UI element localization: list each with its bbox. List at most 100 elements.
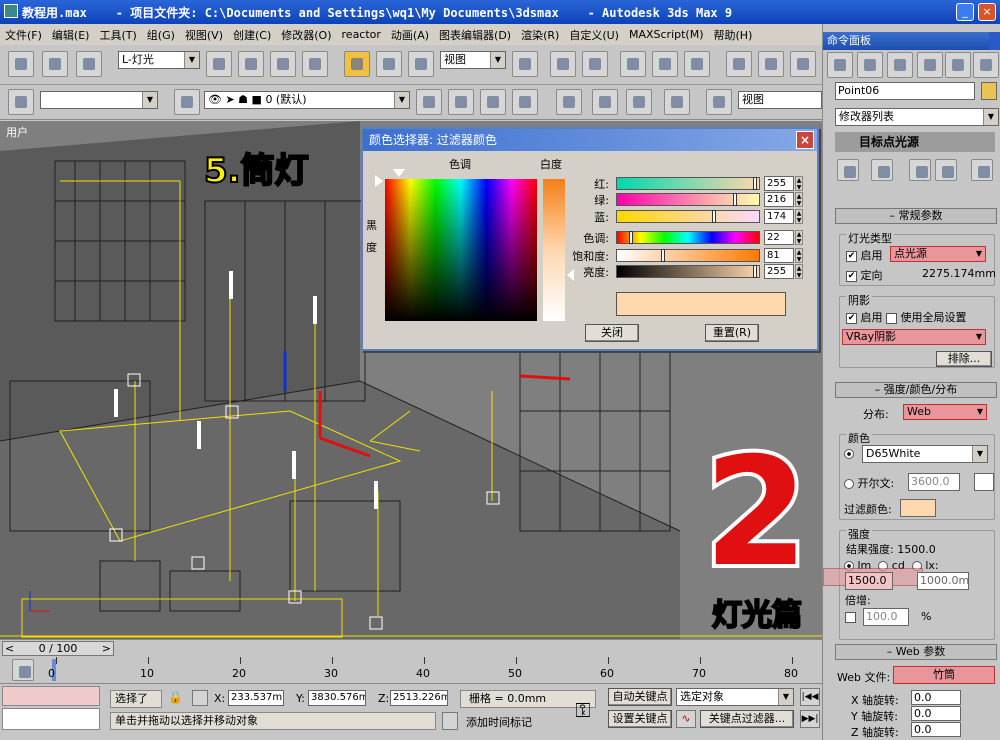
named-selection-dropdown[interactable]: ▼ — [40, 91, 158, 109]
motion-tab-icon[interactable] — [917, 52, 943, 78]
maxscript-output[interactable] — [2, 708, 100, 730]
z-coord-field[interactable]: 2513.226mm — [390, 690, 448, 706]
time-slider[interactable]: <0 / 100 > — [0, 639, 822, 657]
set-key-button[interactable]: 设置关键点 — [608, 710, 672, 728]
web-params-rollout[interactable]: – Web 参数 — [835, 644, 997, 660]
close-button[interactable]: 关闭 — [585, 324, 639, 342]
channel-slider[interactable] — [616, 177, 760, 190]
slider-thumb[interactable] — [712, 210, 716, 223]
modifier-list-dropdown[interactable]: 修改器列表 ▼ — [835, 108, 999, 126]
menu-item[interactable]: 编辑(E) — [47, 27, 95, 43]
slider-thumb[interactable] — [753, 177, 757, 190]
shadow-enable-checkbox[interactable]: ✔ — [846, 312, 857, 324]
render-view-dropdown[interactable]: 视图 — [738, 91, 822, 109]
intensity-color-rollout[interactable]: – 强度/颜色/分布 — [835, 382, 997, 398]
global-settings-checkbox[interactable] — [886, 312, 897, 324]
unlink-icon[interactable] — [42, 51, 68, 77]
object-color-swatch[interactable] — [981, 82, 997, 100]
pin-stack-icon[interactable] — [837, 159, 859, 181]
minimize-button[interactable]: _ — [956, 3, 974, 21]
selection-filter-dropdown[interactable]: L-灯光 ▼ — [118, 51, 200, 69]
angle-snap-icon[interactable] — [758, 51, 784, 77]
menu-item[interactable]: 图表编辑器(D) — [434, 27, 516, 43]
goto-start-icon[interactable]: |◀◀ — [800, 688, 820, 706]
targeted-checkbox[interactable]: ✔ — [846, 270, 857, 282]
time-tag-icon[interactable] — [442, 712, 458, 730]
menu-item[interactable]: 工具(T) — [94, 27, 141, 43]
light-type-dropdown[interactable]: 点光源 ▼ — [890, 246, 986, 262]
curve-editor-mini-icon[interactable] — [12, 659, 34, 681]
auto-key-button[interactable]: 自动关键点 — [608, 688, 672, 706]
menu-item[interactable]: 自定义(U) — [564, 27, 624, 43]
keyboard-shortcut-icon[interactable] — [582, 51, 608, 77]
mirror-icon[interactable] — [620, 51, 646, 77]
pivot-center-icon[interactable] — [512, 51, 538, 77]
close-window-button[interactable]: × — [978, 3, 996, 21]
display-tab-icon[interactable] — [945, 52, 971, 78]
configure-sets-icon[interactable] — [971, 159, 993, 181]
web-file-button[interactable]: 竹筒 — [893, 666, 995, 684]
spinner-arrows[interactable]: ▲ ▼ — [795, 176, 803, 191]
channel-value-field[interactable]: 22 — [764, 230, 794, 245]
lock-selection-icon[interactable]: 🔒 — [168, 690, 183, 706]
bind-spacewarp-icon[interactable] — [76, 51, 102, 77]
create-layer-icon[interactable] — [416, 89, 442, 115]
key-selection-dropdown[interactable]: 选定对象 ▼ — [676, 688, 794, 706]
slider-thumb[interactable] — [753, 265, 757, 278]
spinner-arrows[interactable]: ▲ ▼ — [795, 230, 803, 245]
panel-scrollbar[interactable] — [989, 32, 1000, 50]
z-rotation-field[interactable]: 0.0 — [911, 722, 961, 737]
snap-icon[interactable] — [726, 51, 752, 77]
menu-item[interactable]: 动画(A) — [386, 27, 434, 43]
kelvin-field[interactable]: 3600.0 — [908, 473, 960, 491]
time-slider-thumb[interactable]: <0 / 100 > — [2, 641, 114, 656]
distribution-dropdown[interactable]: Web ▼ — [903, 404, 987, 420]
track-bar[interactable]: 0 10 20 30 40 50 60 70 80 — [0, 657, 822, 684]
layer-list-icon[interactable] — [556, 89, 582, 115]
intensity-field[interactable]: 1500.0 — [845, 572, 893, 590]
select-link-icon[interactable] — [8, 51, 34, 77]
hue-blackness-spectrum[interactable] — [385, 179, 537, 321]
menu-item[interactable]: reactor — [337, 28, 386, 41]
channel-slider[interactable] — [616, 231, 760, 244]
menu-item[interactable]: 文件(F) — [0, 27, 47, 43]
channel-slider[interactable] — [616, 265, 760, 278]
select-object-icon[interactable] — [206, 51, 232, 77]
create-tab-icon[interactable] — [827, 52, 853, 78]
named-selection-icon[interactable] — [8, 89, 34, 115]
x-rotation-field[interactable]: 0.0 — [911, 690, 961, 705]
make-unique-icon[interactable] — [909, 159, 931, 181]
multiplier-checkbox[interactable] — [845, 611, 856, 623]
kelvin-radio[interactable] — [844, 479, 854, 489]
add-time-tag[interactable]: 添加时间标记 — [466, 714, 532, 730]
object-name-field[interactable]: Point06 — [835, 82, 975, 100]
absolute-mode-icon[interactable] — [192, 690, 208, 706]
manipulate-icon[interactable] — [550, 51, 576, 77]
select-move-icon[interactable] — [344, 51, 370, 77]
spinner-arrows[interactable]: ▲ ▼ — [795, 209, 803, 224]
shadow-type-dropdown[interactable]: VRay阴影 ▼ — [842, 329, 986, 345]
channel-slider[interactable] — [616, 210, 760, 223]
kelvin-color-swatch[interactable] — [974, 473, 994, 491]
material-editor-icon[interactable] — [664, 89, 690, 115]
slider-thumb[interactable] — [629, 231, 633, 244]
rect-selection-icon[interactable] — [270, 51, 296, 77]
select-scale-icon[interactable] — [408, 51, 434, 77]
reset-button[interactable]: 重置(R) — [705, 324, 759, 342]
modifier-stack-item[interactable]: 目标点光源 — [835, 132, 995, 152]
channel-value-field[interactable]: 255 — [764, 176, 794, 191]
menu-item[interactable]: 帮助(H) — [709, 27, 758, 43]
curve-editor-icon[interactable] — [592, 89, 618, 115]
schematic-view-icon[interactable] — [626, 89, 652, 115]
hue-pointer-icon[interactable] — [393, 169, 405, 177]
menu-item[interactable]: 修改器(O) — [276, 27, 336, 43]
general-params-rollout[interactable]: – 常规参数 — [835, 208, 997, 224]
menu-item[interactable]: 创建(C) — [228, 27, 276, 43]
select-in-layer-icon[interactable] — [480, 89, 506, 115]
modify-tab-icon[interactable] — [857, 52, 883, 78]
multiplier-field[interactable]: 100.0 — [863, 608, 909, 626]
exclude-button[interactable]: 排除... — [936, 351, 992, 367]
dialog-close-button[interactable]: × — [796, 131, 814, 149]
set-current-layer-icon[interactable] — [512, 89, 538, 115]
remove-modifier-icon[interactable] — [935, 159, 957, 181]
